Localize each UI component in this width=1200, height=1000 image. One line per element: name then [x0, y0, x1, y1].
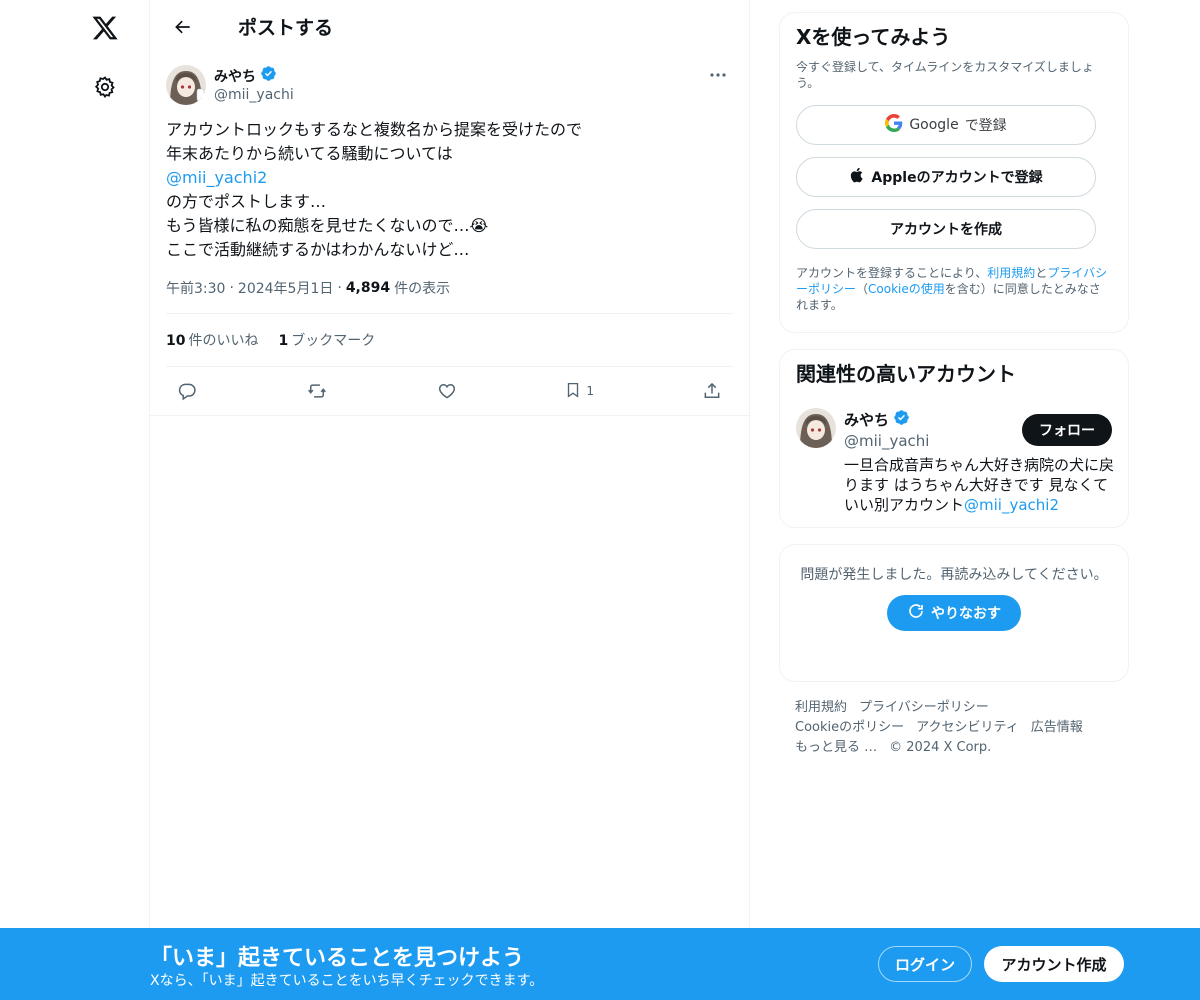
repost-icon[interactable] — [300, 374, 334, 408]
share-icon[interactable] — [695, 374, 729, 408]
cookie-link[interactable]: Cookieの使用 — [868, 282, 945, 296]
post-text: アカウントロックもするなと複数名から提案を受けたので 年末あたりから続いてる騒動… — [166, 118, 733, 262]
main-column: ポストする みやち @mii_yachi アカウントロックもするなと複数名から提… — [149, 0, 750, 1000]
author-name-text: みやち — [214, 68, 256, 85]
left-nav — [0, 0, 150, 1000]
error-card: 問題が発生しました。再読み込みしてください。 やりなおす — [779, 544, 1129, 682]
retry-label: やりなおす — [931, 606, 1001, 622]
footer-links: 利用規約 プライバシーポリシー Cookieのポリシー アクセシビリティ 広告情報 も… — [779, 698, 1129, 758]
arrow-left-icon[interactable] — [166, 10, 200, 44]
footer-more-link[interactable]: もっと見る … — [795, 740, 877, 755]
related-handle[interactable]: @mii_yachi — [844, 432, 929, 450]
post-text-line: ここで活動継続するかはわかんないけど… — [166, 240, 470, 259]
heart-icon[interactable] — [430, 374, 464, 408]
follow-button[interactable]: フォロー — [1022, 414, 1112, 446]
create-account-button[interactable]: アカウントを作成 — [796, 209, 1096, 249]
post-text-line: 年末あたりから続いてる騒動については — [166, 144, 453, 163]
signup-title: Xを使ってみよう — [796, 25, 951, 49]
meta-separator: · — [337, 280, 342, 296]
google-logo-icon — [885, 114, 903, 136]
apple-signup-button[interactable]: Appleのアカウントで登録 — [796, 157, 1096, 197]
footer-accessibility-link[interactable]: アクセシビリティ — [916, 720, 1019, 735]
signup-banner: 「いま」起きていることを見つけよう Xなら、「いま」起きていることをいち早くチェ… — [0, 928, 1200, 1000]
signup-subtitle: 今すぐ登録して、タイムラインをカスタマイズしましょう。 — [796, 60, 1094, 90]
create-account-label: アカウントを作成 — [890, 222, 1002, 238]
post-date[interactable]: 2024年5月1日 — [238, 278, 333, 298]
bookmark-button[interactable]: 1 — [559, 374, 599, 408]
copyright: © 2024 X Corp. — [889, 740, 992, 755]
post-text-line: もう皆様に私の痴態を見せたくないので…😭 — [166, 216, 489, 235]
post-actions: 1 — [166, 367, 733, 415]
legal-and: と — [1035, 266, 1048, 280]
apple-signup-label: Appleのアカウントで登録 — [871, 170, 1043, 186]
meta-separator: · — [229, 280, 234, 296]
gear-icon[interactable] — [80, 62, 130, 112]
header-bar: ポストする — [150, 0, 749, 53]
post-mention-link[interactable]: @mii_yachi2 — [166, 168, 267, 187]
bookmarks-count: 1 — [278, 333, 289, 349]
post-text-line: アカウントロックもするなと複数名から提案を受けたので — [166, 120, 583, 139]
verified-badge-icon — [260, 65, 277, 86]
views-label: 件の表示 — [394, 281, 451, 297]
likes-label: 件のいいね — [188, 333, 259, 349]
verified-badge-icon — [893, 409, 910, 430]
retry-button[interactable]: やりなおす — [887, 595, 1021, 631]
related-name[interactable]: みやち — [844, 409, 910, 430]
signup-legal: アカウントを登録することにより、利用規約とプライバシーポリシー（Cookieの使… — [796, 265, 1112, 313]
post-text-line: の方でポストします… — [166, 192, 327, 211]
likes-count: 10 — [166, 333, 186, 349]
likes-stat[interactable]: 10 件のいいね — [166, 330, 258, 350]
reply-icon[interactable] — [170, 374, 204, 408]
related-name-text: みやち — [844, 411, 890, 429]
divider — [150, 415, 749, 416]
bookmarks-stat[interactable]: 1 ブックマーク — [278, 330, 375, 350]
avatar[interactable] — [796, 408, 836, 448]
banner-subtitle: Xなら、「いま」起きていることをいち早くチェックできます。 — [150, 973, 544, 989]
avatar[interactable] — [166, 65, 206, 105]
banner-title: 「いま」起きていることを見つけよう — [150, 946, 525, 971]
post-time[interactable]: 午前3:30 — [166, 278, 225, 298]
footer-terms-link[interactable]: 利用規約 — [795, 700, 847, 715]
author-handle[interactable]: @mii_yachi — [214, 87, 294, 103]
error-message: 問題が発生しました。再読み込みしてください。 — [800, 567, 1108, 583]
post: みやち @mii_yachi アカウントロックもするなと複数名から提案を受けたの… — [150, 65, 749, 415]
related-accounts-card: 関連性の高いアカウント みやち @mii_yachi フォロー 一旦合成音声ちゃ… — [779, 349, 1129, 528]
login-button[interactable]: ログイン — [878, 946, 972, 982]
more-dots-icon[interactable] — [703, 65, 733, 85]
post-author: みやち @mii_yachi — [166, 65, 733, 118]
google-word: Google — [909, 117, 959, 133]
related-bio-mention[interactable]: @mii_yachi2 — [964, 496, 1059, 514]
legal-prefix: アカウントを登録することにより、 — [796, 266, 988, 280]
refresh-icon — [907, 602, 925, 624]
signup-button[interactable]: アカウント作成 — [984, 946, 1124, 982]
right-sidebar: Xを使ってみよう 今すぐ登録して、タイムラインをカスタマイズしましょう。 Goo… — [779, 12, 1129, 758]
bookmarks-label: ブックマーク — [291, 333, 376, 349]
post-stats: 10 件のいいね 1 ブックマーク — [166, 313, 733, 367]
bookmark-icon — [564, 380, 582, 403]
x-logo-icon[interactable] — [80, 3, 130, 53]
signup-card: Xを使ってみよう 今すぐ登録して、タイムラインをカスタマイズしましょう。 Goo… — [779, 12, 1129, 333]
views-count: 4,894 — [345, 280, 391, 296]
google-signup-button[interactable]: Google で登録 — [796, 105, 1096, 145]
footer-cookie-link[interactable]: Cookieのポリシー — [795, 720, 904, 735]
google-suffix: で登録 — [964, 118, 1007, 134]
author-name[interactable]: みやち — [214, 65, 277, 86]
related-bio: 一旦合成音声ちゃん大好き病院の犬に戻ります はうちゃん大好きです 見なくていい別… — [844, 455, 1114, 515]
related-title: 関連性の高いアカウント — [796, 362, 1016, 386]
bookmark-action-count: 1 — [586, 384, 595, 398]
post-meta: 午前3:30 · 2024年5月1日 · 4,894 件の表示 — [166, 276, 733, 300]
footer-ads-link[interactable]: 広告情報 — [1031, 720, 1083, 735]
legal-paren: （ — [856, 282, 869, 296]
footer-privacy-link[interactable]: プライバシーポリシー — [859, 700, 989, 715]
terms-link[interactable]: 利用規約 — [987, 266, 1035, 280]
page-title: ポストする — [238, 17, 334, 39]
apple-logo-icon — [849, 166, 865, 188]
